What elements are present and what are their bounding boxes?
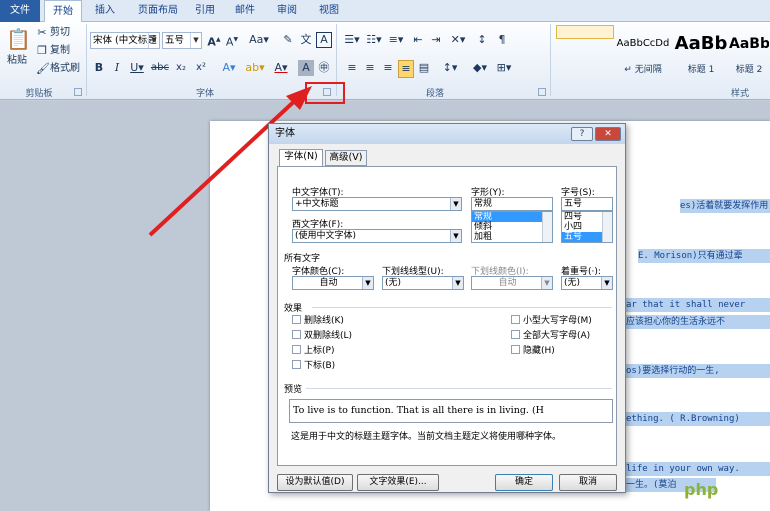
- list-item[interactable]: 倾斜: [472, 222, 552, 232]
- underline-style-select[interactable]: (无) ▼: [382, 276, 464, 290]
- checkbox-label: 上标(P): [304, 346, 335, 356]
- preview-label: 预览: [284, 385, 303, 395]
- divider: [312, 307, 612, 308]
- western-font-value: (使用中文字体): [295, 231, 357, 241]
- ok-button[interactable]: 确定: [495, 474, 553, 491]
- chevron-down-icon[interactable]: ▼: [601, 277, 612, 289]
- font-dialog: 字体 ? ✕ 字体(N) 高级(V) 中文字体(T): +中文标题 ▼ 西文字体(…: [268, 123, 626, 493]
- font-size-input[interactable]: 五号: [561, 197, 613, 211]
- subscript-checkbox[interactable]: 下标(B): [292, 360, 335, 372]
- emphasis-mark-value: (无): [564, 278, 581, 288]
- preview-box: To live is to function. That is all ther…: [289, 399, 613, 423]
- tab-advanced[interactable]: 高级(V): [325, 150, 367, 166]
- small-caps-checkbox[interactable]: 小型大写字母(M): [511, 315, 592, 327]
- font-color-select[interactable]: 自动 ▼: [292, 276, 374, 290]
- font-style-list[interactable]: 常规 倾斜 加粗: [471, 211, 553, 243]
- help-button[interactable]: ?: [571, 127, 593, 141]
- checkbox-label: 双删除线(L): [304, 331, 353, 341]
- checkbox-label: 下标(B): [304, 361, 336, 371]
- underline-color-select[interactable]: 自动 ▼: [471, 276, 553, 290]
- all-text-label: 所有文字: [284, 254, 321, 264]
- set-default-button[interactable]: 设为默认值(D): [277, 474, 353, 491]
- hidden-checkbox[interactable]: 隐藏(H): [511, 345, 555, 357]
- effects-label: 效果: [284, 304, 303, 314]
- western-font-select[interactable]: (使用中文字体) ▼: [292, 229, 462, 243]
- text-effects-button[interactable]: 文字效果(E)...: [357, 474, 439, 491]
- chinese-font-select[interactable]: +中文标题 ▼: [292, 197, 462, 211]
- font-color-value: 自动: [319, 278, 338, 288]
- font-description: 这是用于中文的标题主题字体。当前文档主题定义将使用哪种字体。: [291, 432, 562, 442]
- font-size-value: 五号: [564, 199, 583, 209]
- chinese-font-value: +中文标题: [295, 199, 339, 209]
- checkbox-label: 隐藏(H): [523, 346, 555, 356]
- font-style-value: 常规: [474, 199, 493, 209]
- divider: [306, 388, 612, 389]
- underline-color-value: 自动: [498, 278, 517, 288]
- tab-font[interactable]: 字体(N): [279, 149, 323, 167]
- chevron-down-icon[interactable]: ▼: [541, 277, 552, 289]
- cancel-button[interactable]: 取消: [559, 474, 617, 491]
- scrollbar[interactable]: [602, 212, 612, 242]
- checkbox-label: 小型大写字母(M): [523, 316, 592, 326]
- strikethrough-checkbox[interactable]: 删除线(K): [292, 315, 344, 327]
- chevron-down-icon[interactable]: ▼: [362, 277, 373, 289]
- scrollbar[interactable]: [542, 212, 552, 242]
- annotation-highlight-box: [305, 82, 345, 104]
- close-button[interactable]: ✕: [595, 127, 621, 141]
- chevron-down-icon[interactable]: ▼: [452, 277, 463, 289]
- font-size-list[interactable]: 四号 小四 五号: [561, 211, 613, 243]
- double-strikethrough-checkbox[interactable]: 双删除线(L): [292, 330, 352, 342]
- all-caps-checkbox[interactable]: 全部大写字母(A): [511, 330, 590, 342]
- list-item[interactable]: 常规: [472, 212, 552, 222]
- emphasis-mark-select[interactable]: (无) ▼: [561, 276, 613, 290]
- watermark-logo: php: [684, 480, 719, 499]
- list-item[interactable]: 加粗: [472, 232, 552, 242]
- font-style-input[interactable]: 常规: [471, 197, 553, 211]
- chevron-down-icon[interactable]: ▼: [450, 230, 461, 242]
- chevron-down-icon[interactable]: ▼: [450, 198, 461, 210]
- checkbox-label: 全部大写字母(A): [523, 331, 591, 341]
- underline-style-value: (无): [385, 278, 402, 288]
- checkbox-label: 删除线(K): [304, 316, 344, 326]
- superscript-checkbox[interactable]: 上标(P): [292, 345, 334, 357]
